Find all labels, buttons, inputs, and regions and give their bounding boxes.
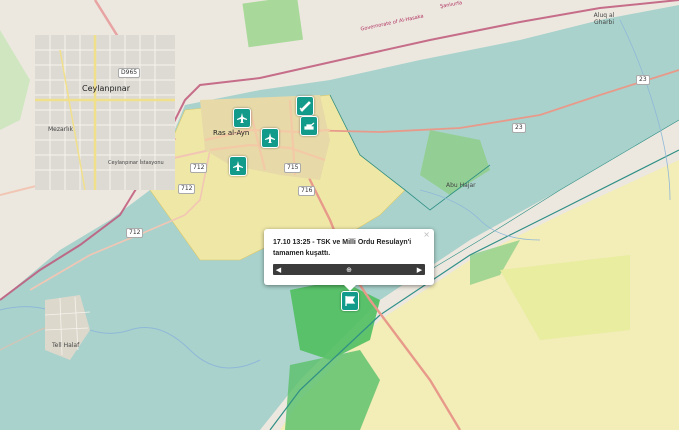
tank-icon[interactable] (300, 116, 318, 136)
label-tell-halaf: Tell Halaf (52, 342, 80, 349)
label-abu-hajar: Abu Hajar (446, 182, 476, 189)
road-shield-712: 712 (190, 163, 208, 173)
label-ceylanpinar: Ceylanpınar (82, 84, 130, 93)
road-shield-23: 23 (512, 123, 526, 133)
add-button[interactable]: ⊕ (344, 264, 355, 275)
flag-icon[interactable] (341, 291, 359, 311)
road-shield-712: 712 (126, 228, 144, 238)
road-shield-712: 712 (178, 184, 196, 194)
artillery-icon[interactable] (296, 96, 314, 116)
next-button[interactable]: ▶ (414, 264, 425, 275)
event-popup: × 17.10 13:25 - TSK ve Milli Ordu Resula… (264, 229, 434, 291)
close-icon[interactable]: × (423, 230, 430, 239)
popup-text: 17.10 13:25 - TSK ve Milli Ordu Resulayn… (273, 239, 412, 257)
label-mezarlik: Mezarlık (48, 126, 73, 133)
road-shield-d965: D965 (118, 68, 141, 78)
map-canvas[interactable] (0, 0, 679, 430)
label-ceylanpinar-istasyon: Ceylanpınar İstasyonu (108, 160, 164, 166)
ceylanpinar-town (35, 35, 175, 191)
road-shield-23: 23 (636, 75, 650, 85)
popup-tip (344, 285, 356, 291)
road-shield-715: 715 (284, 163, 302, 173)
jet-icon[interactable] (261, 128, 279, 148)
popup-nav: ◀ ⊕ ▶ (273, 264, 425, 275)
jet-icon[interactable] (233, 108, 251, 128)
jet-icon[interactable] (229, 156, 247, 176)
label-aluq: Aluq al Gharbi (593, 12, 615, 26)
prev-button[interactable]: ◀ (273, 264, 284, 275)
field-patch (242, 0, 304, 48)
label-resulayn: Ras al-Ayn (213, 129, 250, 137)
road-shield-716: 716 (298, 186, 316, 196)
